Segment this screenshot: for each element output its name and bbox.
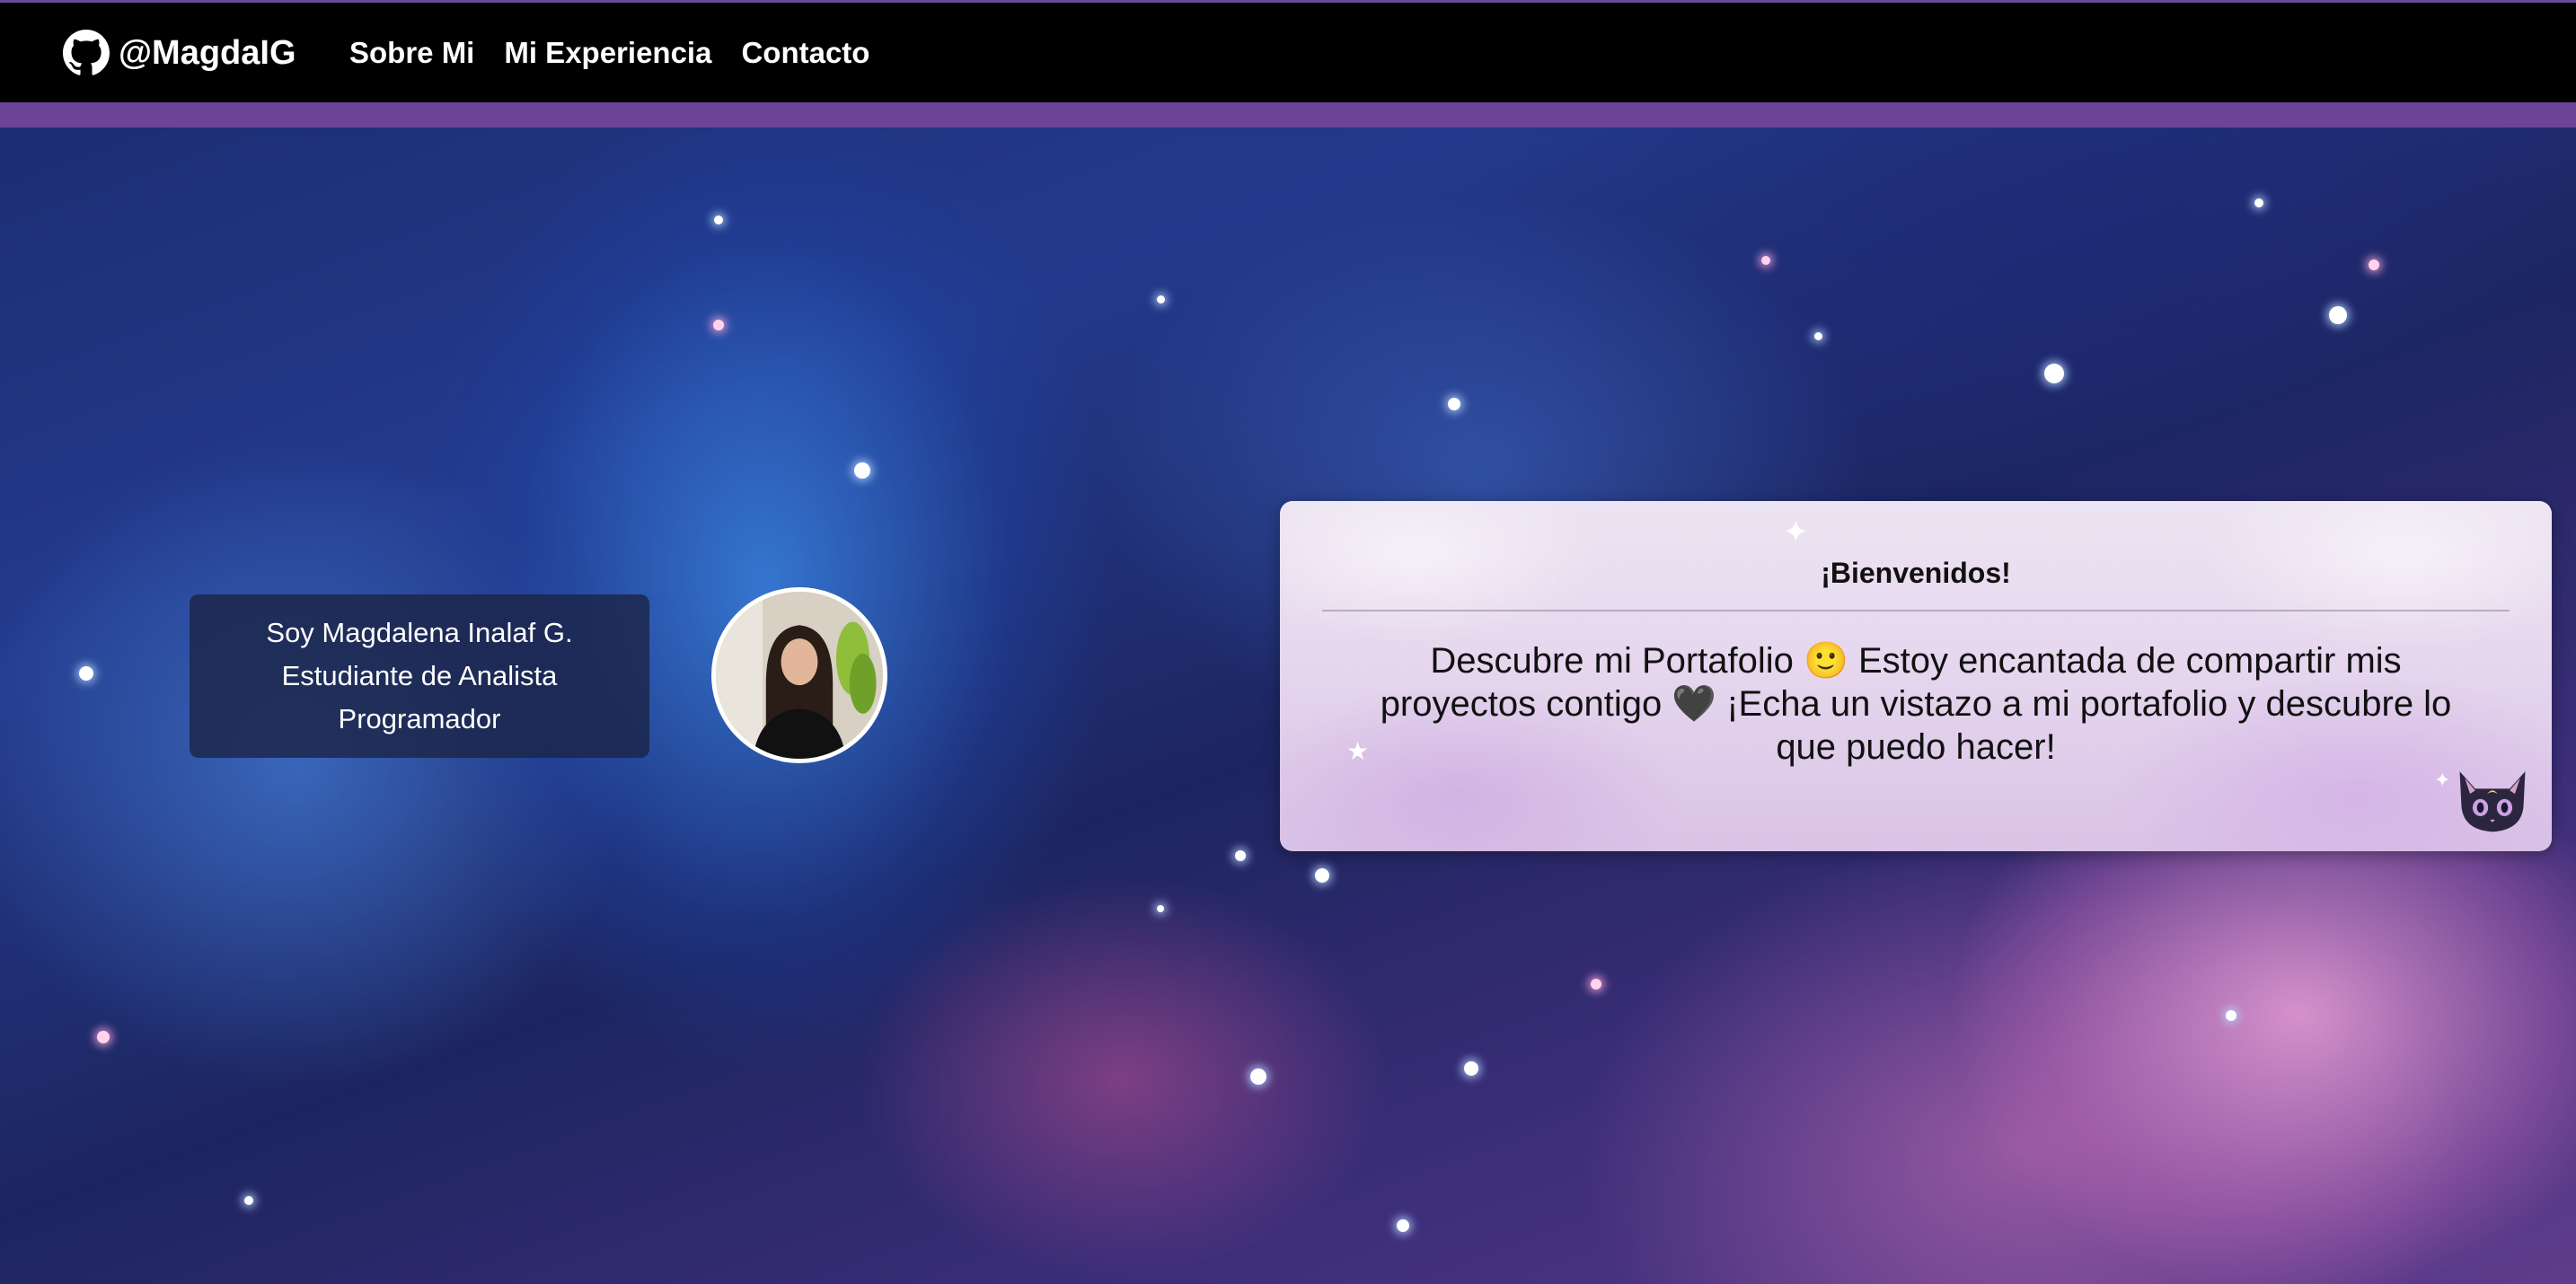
github-icon bbox=[63, 30, 110, 75]
navbar-accent-strip bbox=[0, 102, 2576, 128]
welcome-title: ¡Bienvenidos! bbox=[1821, 557, 2011, 589]
welcome-card: ✦ ★ ✦ ¡Bienvenidos! Descubre mi Portafol… bbox=[1280, 501, 2552, 851]
divider bbox=[1322, 610, 2510, 611]
sparkle-icon: ✦ bbox=[2434, 769, 2451, 791]
star bbox=[714, 215, 723, 224]
star bbox=[1157, 905, 1164, 912]
nav-link-sobre-mi[interactable]: Sobre Mi bbox=[349, 36, 474, 70]
star bbox=[2254, 198, 2263, 207]
welcome-body: Descubre mi Portafolio 🙂 Estoy encantada… bbox=[1380, 641, 2452, 767]
intro-line-name: Soy Magdalena Inalaf G. bbox=[266, 617, 573, 648]
star bbox=[1397, 1219, 1409, 1232]
brand-label: @MagdaIG bbox=[119, 33, 296, 72]
nav-link-contacto[interactable]: Contacto bbox=[741, 36, 869, 70]
star bbox=[244, 1196, 253, 1205]
intro-text: Soy Magdalena Inalaf G. Estudiante de An… bbox=[266, 611, 572, 741]
star bbox=[1250, 1069, 1266, 1085]
intro-line-role-2: Programador bbox=[338, 703, 501, 734]
star bbox=[1761, 256, 1770, 265]
star bbox=[1464, 1061, 1478, 1076]
star bbox=[1315, 868, 1329, 883]
star bbox=[854, 462, 870, 479]
star bbox=[2329, 306, 2347, 324]
star bbox=[2226, 1010, 2236, 1021]
star bbox=[79, 666, 93, 681]
star bbox=[97, 1031, 110, 1043]
nav-links: Sobre Mi Mi Experiencia Contacto bbox=[349, 36, 869, 70]
star bbox=[1235, 850, 1246, 861]
avatar bbox=[711, 587, 887, 763]
profile-photo bbox=[716, 592, 883, 759]
nav-link-mi-experiencia[interactable]: Mi Experiencia bbox=[504, 36, 711, 70]
star bbox=[2044, 364, 2064, 383]
intro-card: Soy Magdalena Inalaf G. Estudiante de An… bbox=[190, 594, 649, 758]
star bbox=[1591, 979, 1601, 989]
star bbox=[1814, 332, 1822, 340]
brand-link[interactable]: @MagdaIG bbox=[63, 30, 296, 76]
star bbox=[1157, 295, 1165, 303]
star bbox=[713, 320, 724, 330]
star bbox=[2369, 259, 2379, 270]
black-cat-icon bbox=[2459, 771, 2526, 832]
star bbox=[1448, 398, 1460, 410]
top-navbar: @MagdaIG Sobre Mi Mi Experiencia Contact… bbox=[0, 0, 2576, 102]
intro-line-role-1: Estudiante de Analista bbox=[281, 660, 558, 691]
sparkle-icon: ✦ bbox=[1783, 515, 1809, 550]
